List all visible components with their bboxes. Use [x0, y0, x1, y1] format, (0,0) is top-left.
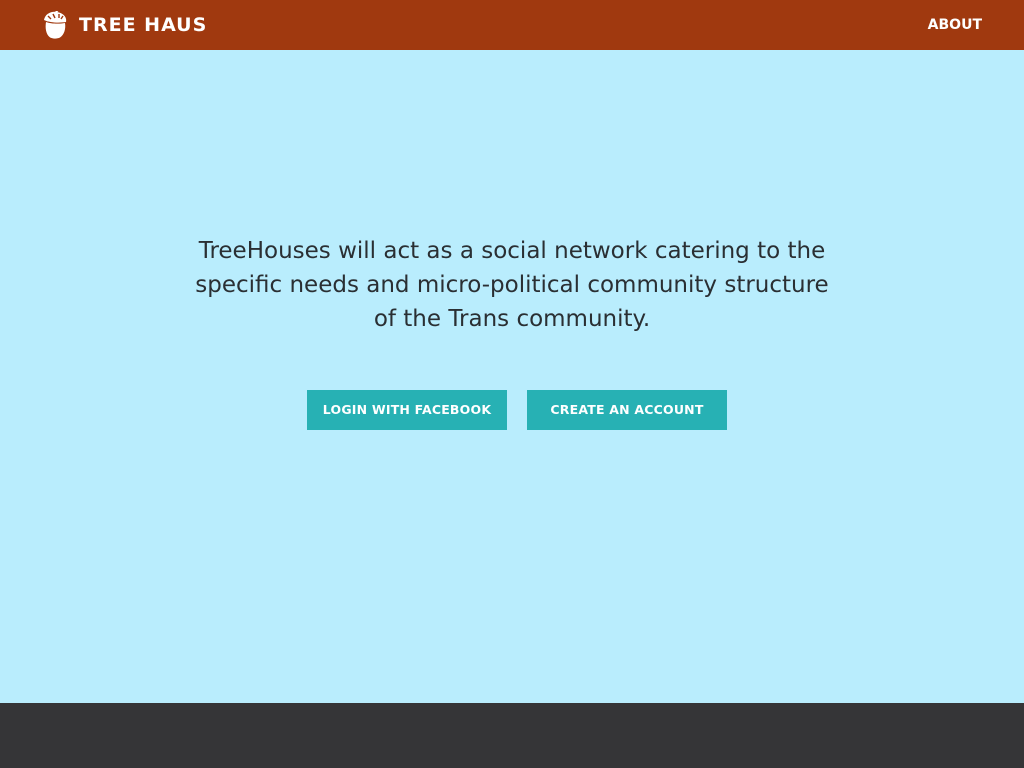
hero-section: TreeHouses will act as a social network …: [0, 50, 1024, 703]
nav-about-link[interactable]: ABOUT: [928, 15, 982, 35]
brand-logo-link[interactable]: TREE HAUS: [42, 11, 207, 39]
footer: [0, 703, 1024, 768]
acorn-icon: [44, 11, 67, 39]
page: TREE HAUS ABOUT TreeHouses will act as a…: [0, 0, 1024, 768]
login-with-facebook-button[interactable]: LOGIN WITH FACEBOOK: [307, 390, 507, 430]
brand-name: TREE HAUS: [79, 14, 208, 36]
top-navigation-bar: TREE HAUS ABOUT: [0, 0, 1024, 50]
create-account-button[interactable]: CREATE AN ACCOUNT: [527, 390, 727, 430]
hero-tagline: TreeHouses will act as a social network …: [195, 238, 829, 332]
